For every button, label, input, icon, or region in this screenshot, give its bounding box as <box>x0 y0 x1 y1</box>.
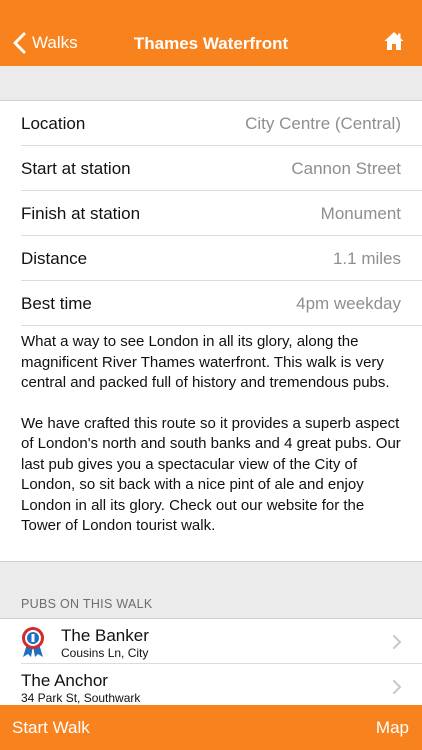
chevron-right-icon <box>393 635 401 649</box>
pub-list-item[interactable]: The Banker Cousins Ln, City <box>0 619 422 664</box>
detail-value: Cannon Street <box>291 159 401 178</box>
top-spacer <box>0 66 422 101</box>
detail-row-finish-station: Finish at station Monument <box>0 191 422 236</box>
detail-label: Finish at station <box>21 204 141 223</box>
detail-label: Start at station <box>21 159 131 178</box>
description-paragraph: We have crafted this route so it provide… <box>21 414 401 535</box>
back-button[interactable]: Walks <box>12 28 78 58</box>
map-button[interactable]: Map <box>376 718 409 738</box>
pub-address: 34 Park St, Southwark <box>21 691 141 705</box>
chevron-right-icon <box>393 680 401 694</box>
bottom-toolbar: Start Walk Map <box>0 705 422 750</box>
nav-bar: Walks Thames Waterfront <box>0 0 422 66</box>
detail-row-location: Location City Centre (Central) <box>0 101 422 146</box>
pub-name: The Banker <box>61 626 149 645</box>
detail-label: Location <box>21 114 86 133</box>
back-button-label: Walks <box>32 33 78 52</box>
detail-value: 4pm weekday <box>296 294 401 313</box>
walk-details-list: Location City Centre (Central) Start at … <box>0 101 422 326</box>
pubs-section-header: PUBS ON THIS WALK <box>21 597 153 611</box>
detail-value: City Centre (Central) <box>245 114 401 133</box>
detail-value: 1.1 miles <box>332 249 401 268</box>
home-icon[interactable] <box>384 31 404 51</box>
description-paragraph: What a way to see London in all its glor… <box>21 333 390 391</box>
detail-value: Monument <box>320 204 401 223</box>
detail-row-start-station: Start at station Cannon Street <box>0 146 422 191</box>
pub-list-item[interactable]: The Anchor 34 Park St, Southwark <box>0 664 422 705</box>
walk-description: What a way to see London in all its glor… <box>0 326 422 562</box>
award-ribbon-icon <box>22 627 44 657</box>
start-walk-button[interactable]: Start Walk <box>12 718 90 738</box>
detail-row-best-time: Best time 4pm weekday <box>0 281 422 326</box>
detail-label: Best time <box>21 294 92 313</box>
detail-label: Distance <box>21 249 88 268</box>
chevron-left-icon <box>13 32 26 54</box>
pub-address: Cousins Ln, City <box>61 646 149 660</box>
pub-name: The Anchor <box>21 671 108 690</box>
pubs-list: The Banker Cousins Ln, City The Anchor 3… <box>0 618 422 705</box>
detail-row-distance: Distance 1.1 miles <box>0 236 422 281</box>
